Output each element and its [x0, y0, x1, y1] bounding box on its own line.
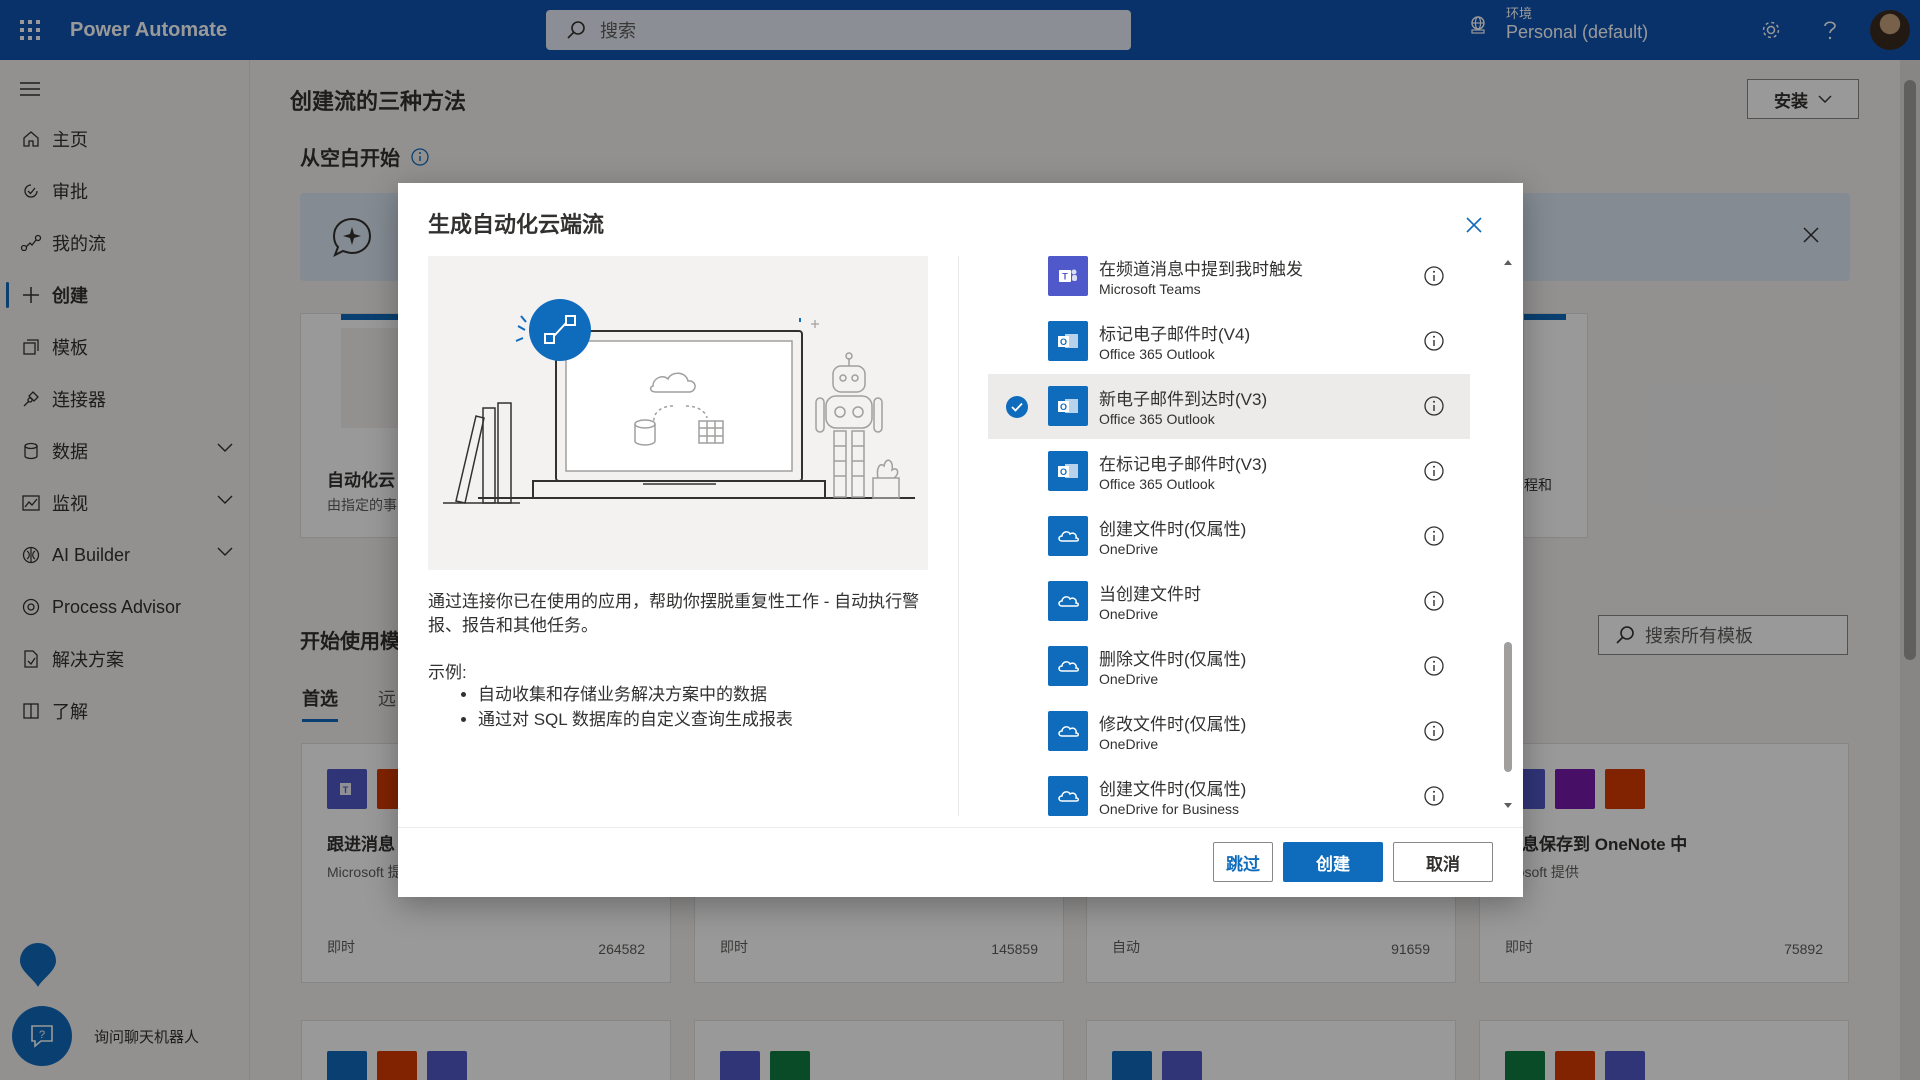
onedrive-icon — [1048, 581, 1088, 621]
trigger-connector: OneDrive — [1099, 736, 1159, 752]
examples-list: 自动收集和存储业务解决方案中的数据 通过对 SQL 数据库的自定义查询生成报表 — [478, 683, 793, 732]
info-icon[interactable] — [1423, 785, 1445, 807]
scroll-up-arrow-icon[interactable] — [1503, 258, 1513, 266]
trigger-connector: Office 365 Outlook — [1099, 346, 1215, 362]
trigger-item[interactable]: O 在标记电子邮件时(V3) Office 365 Outlook — [988, 439, 1470, 504]
scrollbar-thumb[interactable] — [1504, 642, 1512, 772]
trigger-name: 新电子邮件到达时(V3) — [1099, 390, 1268, 409]
trigger-item[interactable]: O 标记电子邮件时(V4) Office 365 Outlook — [988, 309, 1470, 374]
examples-label: 示例: — [428, 663, 467, 682]
example-item: 通过对 SQL 数据库的自定义查询生成报表 — [478, 708, 793, 733]
dialog-description: 通过连接你已在使用的应用，帮助你摆脱重复性工作 - 自动执行警报、报告和其他任务… — [428, 592, 920, 635]
trigger-name: 在标记电子邮件时(V3) — [1099, 455, 1268, 474]
info-icon[interactable] — [1423, 720, 1445, 742]
scroll-down-arrow-icon[interactable] — [1503, 802, 1513, 810]
create-cloud-flow-dialog: 生成自动化云端流 通过连接你已在使用的应用，帮助你摆脱重复性工作 - 自动执行警… — [398, 183, 1523, 897]
trigger-name: 修改文件时(仅属性) — [1099, 715, 1247, 734]
info-icon[interactable] — [1423, 395, 1445, 417]
svg-text:O: O — [1060, 337, 1067, 347]
info-icon[interactable] — [1423, 655, 1445, 677]
svg-text:O: O — [1060, 402, 1067, 412]
trigger-name: 删除文件时(仅属性) — [1099, 650, 1247, 669]
close-icon — [1466, 217, 1482, 233]
trigger-connector: Office 365 Outlook — [1099, 476, 1215, 492]
trigger-connector: OneDrive — [1099, 671, 1159, 687]
trigger-item-selected[interactable]: O 新电子邮件到达时(V3) Office 365 Outlook — [988, 374, 1470, 439]
onedrive-icon — [1048, 646, 1088, 686]
automation-illustration — [428, 256, 928, 570]
dialog-divider — [958, 256, 959, 816]
trigger-item[interactable]: 当创建文件时 OneDrive — [988, 569, 1470, 634]
trigger-item[interactable]: 创建文件时(仅属性) OneDrive — [988, 504, 1470, 569]
info-icon[interactable] — [1423, 460, 1445, 482]
trigger-connector: Office 365 Outlook — [1099, 411, 1215, 427]
dialog-footer-divider — [398, 827, 1523, 828]
trigger-name: 标记电子邮件时(V4) — [1099, 325, 1251, 344]
trigger-item[interactable]: 创建文件时(仅属性) OneDrive for Business — [988, 764, 1470, 816]
teams-icon: T — [1048, 256, 1088, 296]
outlook-icon: O — [1048, 386, 1088, 426]
onedrive-icon — [1048, 516, 1088, 556]
dialog-close-button[interactable] — [1458, 209, 1490, 241]
selected-check-icon — [1006, 396, 1028, 418]
trigger-name: 在频道消息中提到我时触发 — [1099, 260, 1303, 279]
info-icon[interactable] — [1423, 590, 1445, 612]
svg-text:T: T — [1062, 272, 1068, 282]
cancel-button[interactable]: 取消 — [1393, 842, 1493, 882]
trigger-name: 当创建文件时 — [1099, 585, 1201, 604]
outlook-icon: O — [1048, 321, 1088, 361]
skip-button[interactable]: 跳过 — [1213, 842, 1273, 882]
trigger-connector: OneDrive — [1099, 606, 1159, 622]
onedrive-icon — [1048, 711, 1088, 751]
info-icon[interactable] — [1423, 525, 1445, 547]
info-icon[interactable] — [1423, 330, 1445, 352]
outlook-icon: O — [1048, 451, 1088, 491]
trigger-item[interactable]: 修改文件时(仅属性) OneDrive — [988, 699, 1470, 764]
trigger-name: 创建文件时(仅属性) — [1099, 520, 1247, 539]
info-icon[interactable] — [1423, 265, 1445, 287]
trigger-connector: Microsoft Teams — [1099, 281, 1201, 297]
trigger-connector: OneDrive for Business — [1099, 801, 1240, 816]
example-item: 自动收集和存储业务解决方案中的数据 — [478, 683, 793, 708]
trigger-list-scrollbar[interactable] — [1501, 256, 1515, 812]
dialog-title: 生成自动化云端流 — [428, 212, 605, 237]
create-button[interactable]: 创建 — [1283, 842, 1383, 882]
svg-text:O: O — [1060, 467, 1067, 477]
trigger-item[interactable]: T 在频道消息中提到我时触发 Microsoft Teams — [988, 256, 1470, 309]
trigger-connector: OneDrive — [1099, 541, 1159, 557]
trigger-item[interactable]: 删除文件时(仅属性) OneDrive — [988, 634, 1470, 699]
onedrive-for-business-icon — [1048, 776, 1088, 816]
trigger-name: 创建文件时(仅属性) — [1099, 780, 1247, 799]
trigger-list: T 在频道消息中提到我时触发 Microsoft Teams O 标记电子邮件时… — [988, 256, 1508, 816]
